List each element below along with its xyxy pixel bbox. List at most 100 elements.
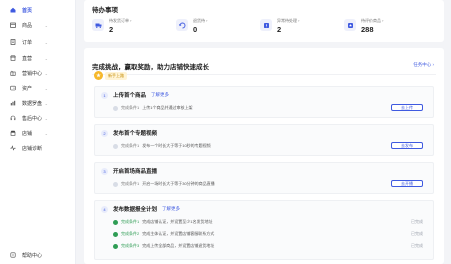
chevron-down-icon: ⌄ bbox=[44, 100, 48, 106]
chevron-down-icon: ⌄ bbox=[44, 130, 48, 136]
task-number: 3 bbox=[101, 167, 108, 175]
help-center-link[interactable]: 帮助中心 bbox=[0, 249, 76, 261]
condition-text: 发布一个时长大于等于10秒的专题视频 bbox=[142, 143, 211, 148]
todo-item-pending-shipment[interactable]: 待发货订单 › 2 bbox=[92, 17, 172, 37]
gift-icon bbox=[10, 70, 16, 76]
help-icon bbox=[10, 252, 16, 258]
star-icon bbox=[344, 19, 356, 31]
check-icon bbox=[113, 231, 118, 237]
sidebar-item-aftersale[interactable]: 售后中心 ⌄ bbox=[0, 112, 76, 124]
learn-more-link[interactable]: 了解更多 bbox=[151, 92, 169, 98]
publish-button[interactable]: 去发布 bbox=[391, 142, 423, 149]
help-center-label: 帮助中心 bbox=[22, 252, 43, 259]
task-condition: 完成条件1 发布一个时长大于等于10秒的专题视频 bbox=[113, 143, 211, 149]
todo-title: 待办事项 bbox=[92, 7, 118, 14]
level-badge-label: 新手上路 bbox=[105, 71, 127, 80]
sidebar-item-label: 首页 bbox=[22, 7, 33, 14]
chart-icon bbox=[10, 100, 16, 106]
condition-text: 开启一场时长大于等于30分钟的商品直播 bbox=[142, 181, 215, 186]
chevron-down-icon: ⌄ bbox=[44, 85, 48, 91]
pending-icon bbox=[113, 105, 118, 111]
todo-label: 待发货订单 › bbox=[109, 18, 132, 23]
task-card-data-plan: 4 发布数据报全计划 了解更多 完成条件1 完成店铺认证，并设置至少1名发货地址… bbox=[94, 200, 434, 260]
sidebar-item-label: 售后中心 bbox=[22, 115, 43, 122]
headset-icon bbox=[10, 115, 16, 121]
todo-card: 待办事项 待发货订单 › 2 退货待 › 0 异常待处理 › 2 待评价商品 ›… bbox=[84, 0, 444, 42]
sidebar-item-label: 数据罗盘 bbox=[22, 100, 43, 107]
box-icon bbox=[10, 22, 16, 28]
sidebar-item-data[interactable]: 数据罗盘 ⌄ bbox=[0, 97, 76, 109]
sidebar-item-label: 商品 bbox=[22, 22, 33, 29]
condition-tag: 完成条件1 bbox=[121, 105, 140, 110]
condition-text: 完成主体认证，并设置店铺客服联系方式 bbox=[142, 231, 215, 236]
todo-item-returns[interactable]: 退货待 › 0 bbox=[176, 17, 256, 37]
sidebar: 首页 商品 ⌄ 订单 ⌄ 直营 ⌄ 营销中心 ⌄ 资产 ⌄ 数据罗盘 ⌄ 售后中… bbox=[0, 0, 76, 264]
level-badge: ★ 新手上路 bbox=[94, 71, 127, 80]
chevron-down-icon: ⌄ bbox=[44, 55, 48, 61]
todo-label: 待评价商品 › bbox=[361, 18, 384, 23]
chevron-down-icon: ⌄ bbox=[44, 22, 48, 28]
todo-count: 2 bbox=[109, 25, 114, 34]
sidebar-item-products[interactable]: 商品 ⌄ bbox=[0, 19, 76, 31]
order-icon bbox=[10, 39, 16, 45]
completed-label: 已完成 bbox=[411, 231, 423, 236]
todo-item-reviews[interactable]: 待评价商品 › 288 bbox=[344, 17, 424, 37]
sidebar-item-diagnosis[interactable]: 店铺诊断 bbox=[0, 142, 76, 154]
task-card-start-live: 3 开启首场商品直播 完成条件1 开启一场时长大于等于30分钟的商品直播 去开播 bbox=[94, 162, 434, 194]
task-condition: 完成条件3 完成上传全部商品，并设置店铺退货地址 bbox=[113, 243, 214, 249]
todo-label: 退货待 › bbox=[193, 18, 208, 23]
check-icon bbox=[113, 219, 118, 225]
sidebar-item-direct[interactable]: 直营 ⌄ bbox=[0, 52, 76, 64]
pending-icon bbox=[113, 181, 118, 187]
task-condition: 完成条件1 上传1个商品并通过审核上架 bbox=[113, 105, 192, 111]
pending-icon bbox=[113, 143, 118, 149]
condition-tag: 完成条件1 bbox=[121, 181, 140, 186]
chevron-down-icon: ⌄ bbox=[44, 70, 48, 76]
go-live-button[interactable]: 去开播 bbox=[391, 180, 423, 187]
task-name: 发布首个专题视频 bbox=[113, 131, 158, 137]
sidebar-item-label: 营销中心 bbox=[22, 70, 43, 77]
todo-label: 异常待处理 › bbox=[277, 18, 300, 23]
sidebar-item-label: 订单 bbox=[22, 39, 33, 46]
condition-text: 完成店铺认证，并设置至少1名发货地址 bbox=[142, 219, 213, 224]
task-card-upload-product: 1 上传首个商品 了解更多 完成条件1 上传1个商品并通过审核上架 去上传 bbox=[94, 86, 434, 118]
task-center-link[interactable]: 任务中心 › bbox=[413, 62, 434, 68]
sidebar-item-shop[interactable]: 店铺 ⌄ bbox=[0, 127, 76, 139]
task-condition: 完成条件2 完成主体认证，并设置店铺客服联系方式 bbox=[113, 231, 214, 237]
sidebar-item-assets[interactable]: 资产 ⌄ bbox=[0, 82, 76, 94]
learn-more-link[interactable]: 了解更多 bbox=[162, 206, 180, 212]
sidebar-item-label: 资产 bbox=[22, 85, 33, 92]
sidebar-item-label: 店铺诊断 bbox=[22, 145, 43, 152]
divider bbox=[92, 74, 436, 75]
todo-count: 288 bbox=[361, 25, 374, 34]
medal-icon: ★ bbox=[94, 71, 103, 80]
sidebar-item-label: 店铺 bbox=[22, 130, 33, 137]
condition-tag: 完成条件3 bbox=[121, 243, 140, 248]
task-number: 1 bbox=[101, 91, 108, 99]
condition-text: 完成上传全部商品，并设置店铺退货地址 bbox=[142, 243, 215, 248]
truck-icon bbox=[92, 19, 104, 31]
completed-label: 已完成 bbox=[411, 243, 423, 248]
condition-tag: 完成条件1 bbox=[121, 143, 140, 148]
todo-count: 0 bbox=[193, 25, 198, 34]
return-icon bbox=[176, 19, 188, 31]
sidebar-item-home[interactable]: 首页 bbox=[0, 4, 76, 16]
store-icon bbox=[10, 55, 16, 61]
wallet-icon bbox=[10, 85, 16, 91]
condition-text: 上传1个商品并通过审核上架 bbox=[142, 105, 193, 110]
task-name: 发布数据报全计划 bbox=[113, 207, 158, 213]
task-condition: 完成条件1 完成店铺认证，并设置至少1名发货地址 bbox=[113, 219, 212, 225]
pulse-icon bbox=[10, 145, 16, 151]
task-condition: 完成条件1 开启一场时长大于等于30分钟的商品直播 bbox=[113, 181, 215, 187]
todo-item-exceptions[interactable]: 异常待处理 › 2 bbox=[260, 17, 340, 37]
todo-count: 2 bbox=[277, 25, 282, 34]
condition-tag: 完成条件1 bbox=[121, 219, 140, 224]
growth-tasks-card: 完成挑战，赢取奖励，助力店铺快速成长 任务中心 › ★ 新手上路 1 上传首个商… bbox=[84, 48, 444, 264]
completed-label: 已完成 bbox=[411, 219, 423, 224]
upload-button[interactable]: 去上传 bbox=[391, 104, 423, 111]
task-card-publish-video: 2 发布首个专题视频 完成条件1 发布一个时长大于等于10秒的专题视频 去发布 bbox=[94, 124, 434, 156]
sidebar-item-marketing[interactable]: 营销中心 ⌄ bbox=[0, 67, 76, 79]
check-icon bbox=[113, 243, 118, 249]
chevron-down-icon: ⌄ bbox=[44, 39, 48, 45]
sidebar-item-orders[interactable]: 订单 ⌄ bbox=[0, 36, 76, 48]
